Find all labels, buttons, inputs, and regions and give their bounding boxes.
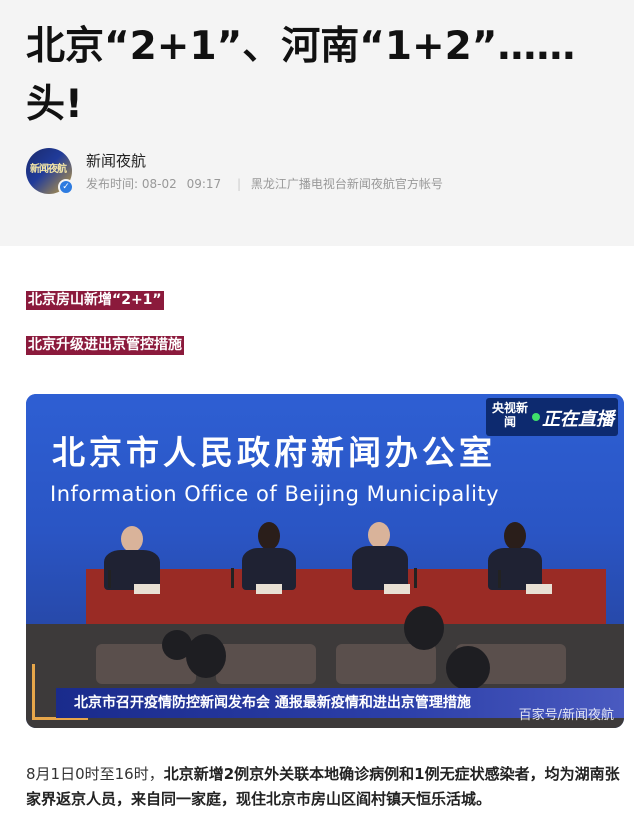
microphone-icon (108, 570, 111, 588)
live-label: 正在直播 (542, 409, 614, 430)
image-watermark: 百家号/新闻夜航 (518, 708, 614, 723)
author-name[interactable]: 新闻夜航 (86, 150, 146, 171)
audience-head (446, 646, 490, 690)
verified-icon: ✓ (58, 179, 74, 195)
cctv-live-logo: 央视新闻 正在直播 (486, 398, 618, 436)
article-header: 北京“2+1”、河南“1+2”…… 头! 新闻夜航 ✓ 新闻夜航 发布时间: 0… (0, 0, 634, 246)
article-title: 北京“2+1”、河南“1+2”…… (26, 24, 576, 69)
cctv-news-label: 央视新闻 (491, 401, 528, 429)
speaker-head (258, 522, 280, 550)
caption-text: 北京市召开疫情防控新闻发布会 通报最新疫情和进出京管理措施 (74, 695, 471, 711)
speaker-head (504, 522, 526, 550)
highlight-heading-1: 北京房山新增“2+1” (26, 291, 164, 310)
microphone-icon (231, 568, 234, 588)
speaker-head (121, 526, 143, 552)
nameplate (384, 584, 410, 594)
highlight-heading-2: 北京升级进出京管控措施 (26, 336, 184, 355)
article-title-continued: 头! (26, 82, 83, 127)
meta-divider: | (236, 177, 242, 191)
nameplate (256, 584, 282, 594)
nameplate (526, 584, 552, 594)
nameplate (134, 584, 160, 594)
audience-head (404, 606, 444, 650)
backdrop-english-title: Information Office of Beijing Municipali… (50, 482, 500, 506)
article-body-paragraph: 8月1日0时至16时，北京新增2例京外关联本地确诊病例和1例无症状感染者，均为湖… (26, 762, 626, 812)
backdrop-chinese-title: 北京市人民政府新闻办公室 (52, 433, 496, 472)
speaker-head (368, 522, 390, 548)
audience-head (186, 634, 226, 678)
audience-chair (336, 644, 436, 684)
account-description: 黑龙江广播电视台新闻夜航官方帐号 (250, 177, 443, 191)
body-plain-text: 8月1日0时至16时， (26, 765, 164, 783)
publish-time: 09:17 (186, 177, 222, 191)
press-conference-image[interactable]: 北京市人民政府新闻办公室 Information Office of Beiji… (26, 394, 624, 728)
audience-chair (216, 644, 316, 684)
publish-meta: 发布时间: 08-02 09:17 | 黑龙江广播电视台新闻夜航官方帐号 (86, 175, 449, 192)
microphone-icon (498, 570, 501, 588)
live-dot-icon (532, 413, 540, 421)
author-row: 新闻夜航 ✓ 新闻夜航 发布时间: 08-02 09:17 | 黑龙江广播电视台… (26, 148, 626, 198)
avatar-label: 新闻夜航 (30, 164, 67, 175)
publish-date: 发布时间: 08-02 (86, 177, 177, 191)
audience-head (162, 630, 192, 660)
microphone-icon (414, 568, 417, 588)
